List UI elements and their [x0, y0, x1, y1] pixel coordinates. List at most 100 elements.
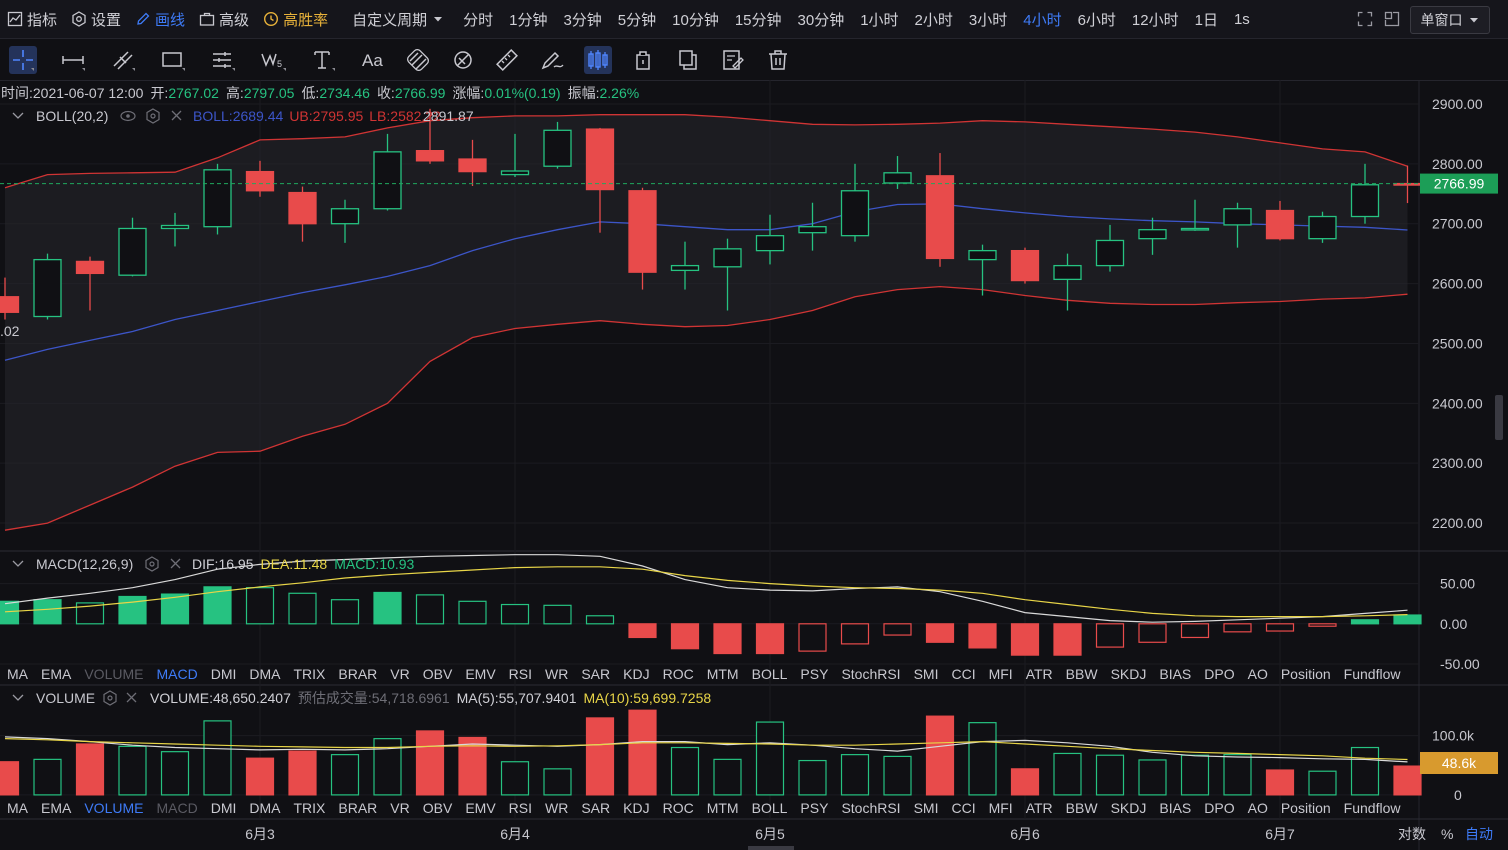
indicator-tab[interactable]: SAR	[581, 800, 610, 816]
period-tab[interactable]: 10分钟	[664, 0, 727, 38]
indicator-tab[interactable]: SKDJ	[1111, 800, 1147, 816]
popout-button[interactable]	[1377, 0, 1411, 38]
indicator-tab[interactable]: Fundflow	[1344, 666, 1402, 682]
parallel-lines-tool[interactable]	[209, 46, 237, 74]
auto-scale-toggle[interactable]: 自动	[1465, 826, 1493, 842]
hide-drawings-tool[interactable]	[449, 46, 477, 74]
indicator-tab[interactable]: MACD	[156, 666, 197, 682]
indicator-tab[interactable]: OBV	[423, 666, 453, 682]
indicator-tab[interactable]: StochRSI	[841, 666, 900, 682]
indicator-tab[interactable]: MTM	[707, 800, 739, 816]
period-tab[interactable]: 12小时	[1124, 0, 1187, 38]
gear-icon[interactable]	[103, 690, 117, 706]
lock-tool[interactable]	[629, 46, 657, 74]
indicator-tab[interactable]: Position	[1281, 800, 1331, 816]
brush-tool[interactable]	[539, 46, 567, 74]
indicator-tab[interactable]: DMI	[211, 800, 237, 816]
indicator-tab[interactable]: VR	[390, 666, 409, 682]
period-tab[interactable]: 1s	[1226, 0, 1258, 38]
indicator-tab[interactable]: WR	[545, 666, 568, 682]
indicator-tab[interactable]: MTM	[707, 666, 739, 682]
period-tab[interactable]: 2小时	[907, 0, 961, 38]
indicator-tab[interactable]: DPO	[1204, 666, 1234, 682]
indicator-tab[interactable]: BRAR	[338, 666, 377, 682]
indicator-tab[interactable]: SAR	[581, 666, 610, 682]
indicator-tab[interactable]: ROC	[663, 666, 694, 682]
indicator-tab[interactable]: KDJ	[623, 666, 649, 682]
indicator-tab[interactable]: ATR	[1026, 800, 1053, 816]
period-tab[interactable]: 15分钟	[727, 0, 790, 38]
eye-icon[interactable]	[120, 110, 136, 122]
trend-line-tool[interactable]	[109, 46, 137, 74]
indicator-tab[interactable]: CCI	[951, 800, 975, 816]
collapse-chevron-icon[interactable]	[12, 694, 24, 701]
settings-button[interactable]: 设置	[64, 0, 128, 38]
indicator-tab[interactable]: TRIX	[294, 666, 327, 682]
draw-button[interactable]: 画线	[128, 0, 192, 38]
indicator-tab[interactable]: WR	[545, 800, 568, 816]
indicator-tab[interactable]: MACD	[156, 800, 197, 816]
indicator-tab[interactable]: AO	[1248, 666, 1268, 682]
indicator-tab[interactable]: SMI	[914, 800, 939, 816]
indicator-tab[interactable]: EMA	[41, 800, 72, 816]
period-tab[interactable]: 30分钟	[790, 0, 853, 38]
window-mode-dropdown[interactable]: 单窗口	[1410, 6, 1490, 34]
indicator-tab[interactable]: RSI	[509, 800, 532, 816]
period-tab[interactable]: 1小时	[852, 0, 906, 38]
advanced-button[interactable]: 高级	[192, 0, 256, 38]
period-tab[interactable]: 6小时	[1070, 0, 1124, 38]
font-tool[interactable]: Aa	[359, 46, 387, 74]
gear-icon[interactable]	[146, 108, 160, 124]
close-icon[interactable]	[170, 558, 181, 569]
indicator-tab[interactable]: MFI	[989, 666, 1013, 682]
indicator-tab[interactable]: BIAS	[1159, 666, 1191, 682]
period-tab[interactable]: 3小时	[961, 0, 1015, 38]
indicator-tab[interactable]: TRIX	[294, 800, 327, 816]
copy-tool[interactable]	[674, 46, 702, 74]
indicator-tab[interactable]: BBW	[1066, 666, 1099, 682]
close-icon[interactable]	[171, 110, 182, 121]
indicator-tab[interactable]: MA	[7, 666, 29, 682]
indicator-tab[interactable]: BRAR	[338, 800, 377, 816]
win-rate-button[interactable]: 高胜率	[256, 0, 335, 38]
candle-style-tool[interactable]	[584, 46, 612, 74]
indicator-tab[interactable]: DMI	[211, 666, 237, 682]
indicator-tab[interactable]: DMA	[249, 666, 281, 682]
indicator-tab[interactable]: BOLL	[752, 800, 788, 816]
indicator-tab[interactable]: DPO	[1204, 800, 1234, 816]
indicator-tab[interactable]: ATR	[1026, 666, 1053, 682]
indicator-tab[interactable]: AO	[1248, 800, 1268, 816]
percent-scale-toggle[interactable]: %	[1441, 826, 1453, 842]
period-tab[interactable]: 3分钟	[555, 0, 609, 38]
indicator-tab[interactable]: EMV	[465, 666, 496, 682]
ruler-tool[interactable]	[494, 46, 522, 74]
indicator-tab[interactable]: EMV	[465, 800, 496, 816]
custom-period-dropdown[interactable]: 自定义周期	[345, 0, 455, 38]
period-tab[interactable]: 4小时	[1015, 0, 1069, 38]
chart-area[interactable]: 2200.00 2300.00 2400.00 2500.00 2600.00 2700.…	[0, 80, 1508, 850]
magnet-tool[interactable]	[404, 46, 432, 74]
period-tab[interactable]: 1日	[1187, 0, 1226, 38]
indicator-tab[interactable]: Position	[1281, 666, 1331, 682]
indicator-tab[interactable]: SKDJ	[1111, 666, 1147, 682]
indicator-tab[interactable]: ROC	[663, 800, 694, 816]
period-tab[interactable]: 分时	[455, 0, 501, 38]
indicator-tab[interactable]: PSY	[800, 800, 829, 816]
indicator-tab[interactable]: BOLL	[752, 666, 788, 682]
indicator-tab[interactable]: VOLUME	[84, 666, 143, 682]
log-scale-toggle[interactable]: 对数	[1398, 826, 1426, 842]
indicator-tab[interactable]: PSY	[800, 666, 829, 682]
indicator-tab[interactable]: KDJ	[623, 800, 649, 816]
crosshair-tool[interactable]	[9, 46, 37, 74]
time-scrollbar[interactable]	[748, 846, 794, 850]
indicator-tab[interactable]: BBW	[1066, 800, 1099, 816]
horizontal-line-tool[interactable]	[59, 46, 87, 74]
text-tool[interactable]	[309, 46, 337, 74]
indicator-tab[interactable]: DMA	[249, 800, 281, 816]
indicator-tab[interactable]: MA	[7, 800, 29, 816]
period-tab[interactable]: 5分钟	[610, 0, 664, 38]
indicator-tab[interactable]: BIAS	[1159, 800, 1191, 816]
indicator-tab[interactable]: Fundflow	[1344, 800, 1402, 816]
indicator-tab[interactable]: MFI	[989, 800, 1013, 816]
collapse-chevron-icon[interactable]	[12, 560, 24, 567]
